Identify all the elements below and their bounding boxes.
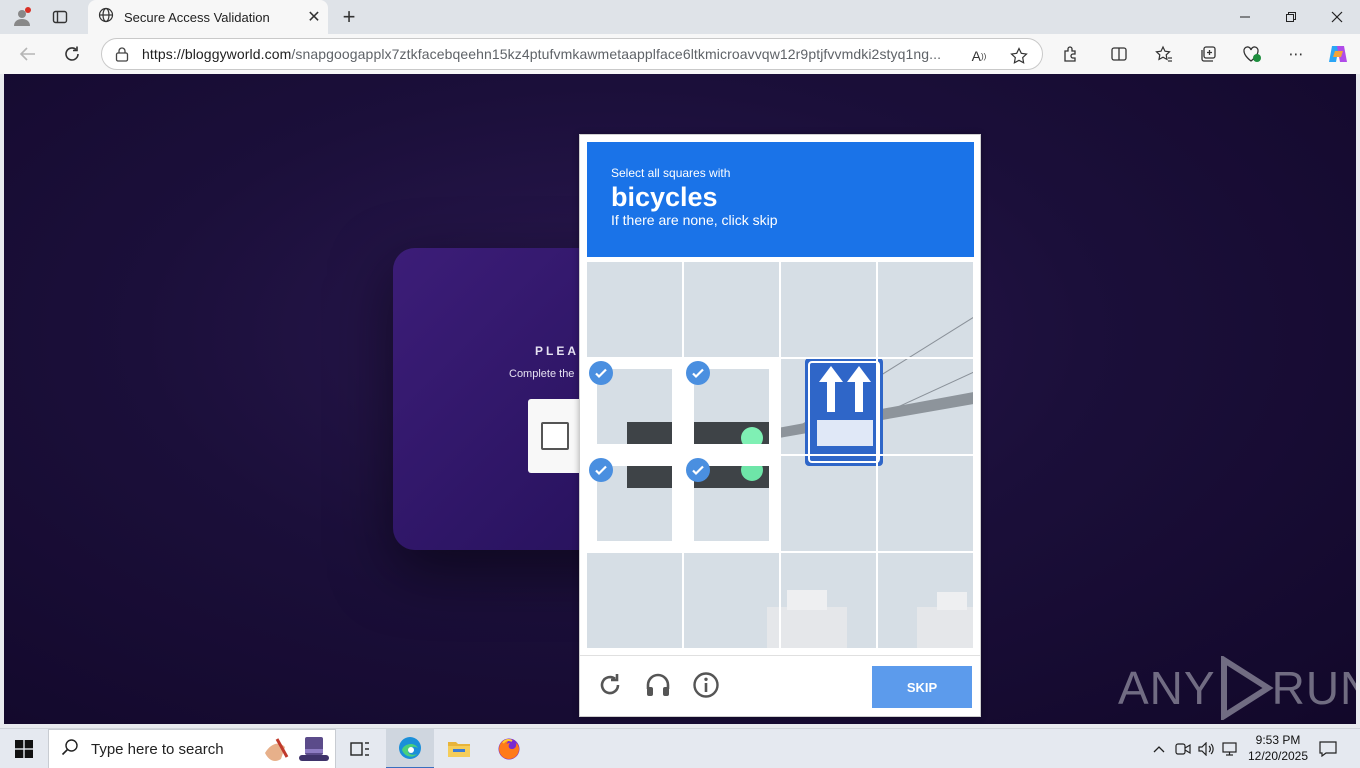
captcha-keyword: bicycles: [611, 182, 718, 212]
captcha-tile[interactable]: [684, 553, 779, 648]
captcha-tile-image: [781, 262, 876, 357]
captcha-tile-image: [781, 553, 876, 648]
edge-taskbar-icon[interactable]: [386, 729, 434, 768]
browser-essentials-icon[interactable]: [1240, 42, 1264, 66]
favorites-icon[interactable]: [1152, 42, 1176, 66]
firefox-icon[interactable]: [485, 729, 533, 768]
captcha-tile[interactable]: [684, 359, 779, 454]
captcha-tile[interactable]: [684, 262, 779, 357]
audio-challenge-icon[interactable]: [642, 669, 674, 701]
start-button[interactable]: [0, 729, 48, 768]
play-logo-icon: [1220, 656, 1274, 720]
verification-subtext: Complete the: [509, 368, 575, 380]
captcha-tile-image: [684, 262, 779, 357]
captcha-header: Select all squares with bicycles If ther…: [587, 142, 974, 257]
windows-taskbar: Type here to search 9:53 PM 12/20/2025: [0, 728, 1360, 768]
captcha-footer: SKIP: [580, 655, 980, 717]
file-explorer-icon[interactable]: [435, 729, 483, 768]
captcha-tile[interactable]: [781, 456, 876, 551]
captcha-tile-image: [878, 359, 973, 454]
copilot-icon[interactable]: [1326, 42, 1350, 66]
tile-selected-check-icon: [686, 361, 710, 385]
captcha-tile[interactable]: [684, 456, 779, 551]
network-icon[interactable]: [1220, 729, 1242, 768]
notifications-icon[interactable]: [1316, 729, 1340, 768]
reload-icon[interactable]: [594, 669, 626, 701]
tile-selected-check-icon: [686, 458, 710, 482]
restore-button[interactable]: [1268, 0, 1314, 34]
minimize-button[interactable]: [1222, 0, 1268, 34]
tray-overflow-icon[interactable]: [1150, 729, 1168, 768]
captcha-tile[interactable]: [587, 262, 682, 357]
collections-icon[interactable]: [1196, 42, 1220, 66]
captcha-tile-image: [684, 553, 779, 648]
captcha-challenge: Select all squares with bicycles If ther…: [579, 134, 981, 717]
extensions-icon[interactable]: [1059, 42, 1083, 66]
captcha-tile[interactable]: [878, 262, 973, 357]
tab-title: Secure Access Validation: [124, 9, 270, 25]
captcha-tile[interactable]: [587, 456, 682, 551]
close-window-button[interactable]: [1314, 0, 1360, 34]
windows-logo-icon: [15, 740, 33, 758]
taskbar-clock[interactable]: 9:53 PM 12/20/2025: [1240, 732, 1316, 764]
browser-titlebar: Secure Access Validation ✕ +: [0, 0, 1360, 34]
captcha-tile[interactable]: [878, 359, 973, 454]
captcha-tile[interactable]: [781, 553, 876, 648]
captcha-tile[interactable]: [781, 359, 876, 454]
captcha-tile[interactable]: [878, 553, 973, 648]
captcha-tile[interactable]: [781, 262, 876, 357]
captcha-tile-image: [878, 262, 973, 357]
read-aloud-icon[interactable]: A)): [968, 45, 990, 67]
lock-icon[interactable]: [102, 46, 142, 62]
split-screen-icon[interactable]: [1107, 42, 1131, 66]
captcha-tile-image: [781, 456, 876, 551]
recaptcha-checkbox[interactable]: [541, 422, 569, 450]
url-text: https://bloggyworld.com/snapgoogapplx7zt…: [142, 46, 942, 62]
captcha-instruction: Select all squares with: [611, 166, 731, 180]
captcha-hint: If there are none, click skip: [611, 212, 778, 228]
anyrun-watermark: ANY RUN: [1118, 656, 1356, 720]
close-tab-icon[interactable]: ✕: [300, 3, 328, 31]
captcha-tile-image: [587, 553, 682, 648]
address-bar[interactable]: https://bloggyworld.com/snapgoogapplx7zt…: [101, 38, 1043, 70]
captcha-image-grid: [587, 262, 974, 650]
favorite-star-icon[interactable]: [1008, 45, 1030, 67]
search-highlight-icon: [261, 733, 331, 768]
captcha-tile[interactable]: [878, 456, 973, 551]
tab-actions-icon[interactable]: [48, 5, 72, 29]
taskbar-search[interactable]: Type here to search: [48, 729, 336, 768]
clock-date: 12/20/2025: [1247, 749, 1309, 763]
tile-selected-check-icon: [589, 458, 613, 482]
volume-icon[interactable]: [1196, 729, 1218, 768]
captcha-tile-image: [878, 456, 973, 551]
search-placeholder: Type here to search: [91, 740, 224, 758]
tab-secure-access[interactable]: Secure Access Validation ✕: [88, 0, 328, 34]
new-tab-button[interactable]: +: [336, 4, 362, 30]
captcha-tile-image: [781, 359, 876, 454]
meet-now-icon[interactable]: [1173, 729, 1193, 768]
more-menu-icon[interactable]: ⋯: [1284, 42, 1308, 66]
captcha-tile-image: [587, 262, 682, 357]
captcha-tile-image: [878, 553, 973, 648]
search-icon: [61, 738, 79, 761]
captcha-tile[interactable]: [587, 359, 682, 454]
profile-icon[interactable]: [10, 5, 34, 29]
clock-time: 9:53 PM: [1255, 733, 1301, 747]
back-button[interactable]: [14, 40, 42, 68]
info-icon[interactable]: [690, 669, 722, 701]
skip-button[interactable]: SKIP: [872, 666, 972, 708]
refresh-button[interactable]: [58, 40, 86, 68]
captcha-tile[interactable]: [587, 553, 682, 648]
browser-toolbar: https://bloggyworld.com/snapgoogapplx7zt…: [0, 34, 1360, 74]
globe-icon: [98, 7, 114, 28]
tile-selected-check-icon: [589, 361, 613, 385]
task-view-icon[interactable]: [336, 729, 384, 768]
